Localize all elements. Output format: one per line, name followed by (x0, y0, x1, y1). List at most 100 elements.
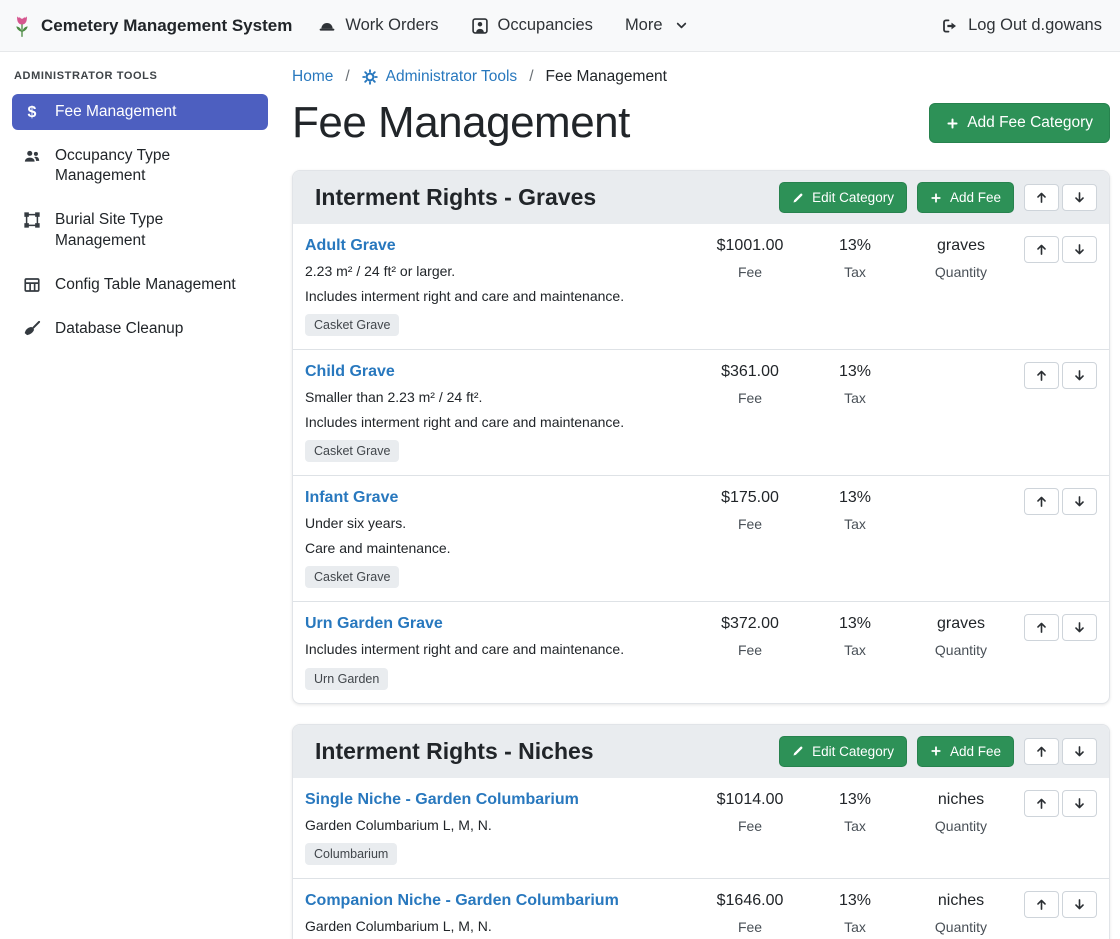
sidebar-item-label: Burial Site Type Management (55, 210, 258, 250)
tax-label: Tax (805, 919, 905, 935)
nav-occupancies[interactable]: Occupancies (471, 16, 593, 35)
fee-name-link[interactable]: Companion Niche - Garden Columbarium (305, 891, 619, 911)
arrow-up-icon (1035, 620, 1048, 635)
person-box-icon (471, 17, 489, 35)
app-brand[interactable]: Cemetery Management System (12, 13, 292, 39)
fee-name-link[interactable]: Child Grave (305, 362, 395, 382)
arrow-down-icon (1073, 897, 1086, 912)
move-fee-down-button[interactable] (1062, 236, 1097, 263)
move-fee-up-button[interactable] (1024, 488, 1059, 515)
table-icon (22, 276, 42, 294)
sidebar-item-burial-site-type-management[interactable]: Burial Site Type Management (12, 202, 268, 258)
move-category-up-button[interactable] (1024, 184, 1059, 211)
move-fee-down-button[interactable] (1062, 790, 1097, 817)
tax-value: 13% (805, 891, 905, 911)
sidebar-item-label: Config Table Management (55, 275, 236, 295)
move-fee-up-button[interactable] (1024, 236, 1059, 263)
category-title: Interment Rights - Niches (315, 738, 594, 765)
gear-icon (362, 69, 378, 85)
move-fee-down-button[interactable] (1062, 614, 1097, 641)
category-header: Interment Rights - Niches Edit Category … (293, 725, 1109, 778)
fee-amount: $361.00 (695, 362, 805, 382)
fee-amount: $1014.00 (695, 790, 805, 810)
admin-sidebar: ADMINISTRATOR TOOLS $ Fee Management Occ… (0, 52, 280, 939)
arrow-down-icon (1073, 744, 1086, 759)
move-category-down-button[interactable] (1062, 184, 1097, 211)
fee-amount: $175.00 (695, 488, 805, 508)
move-category-up-button[interactable] (1024, 738, 1059, 765)
fee-description: Includes interment right and care and ma… (305, 414, 695, 432)
arrow-down-icon (1073, 190, 1086, 205)
top-navbar: Cemetery Management System Work Orders O… (0, 0, 1120, 52)
fee-row: Urn Garden Grave Includes interment righ… (293, 601, 1109, 703)
arrow-up-icon (1035, 190, 1048, 205)
edit-category-button[interactable]: Edit Category (779, 182, 907, 213)
move-fee-up-button[interactable] (1024, 790, 1059, 817)
move-fee-up-button[interactable] (1024, 614, 1059, 641)
breadcrumb-home-link[interactable]: Home (292, 68, 333, 86)
add-fee-category-button[interactable]: Add Fee Category (929, 103, 1110, 143)
add-fee-button[interactable]: Add Fee (917, 736, 1014, 767)
sidebar-item-database-cleanup[interactable]: Database Cleanup (12, 311, 268, 347)
fee-name-link[interactable]: Single Niche - Garden Columbarium (305, 790, 579, 810)
fee-label: Fee (695, 264, 805, 280)
fee-description: Care and maintenance. (305, 540, 695, 558)
move-fee-down-button[interactable] (1062, 488, 1097, 515)
plus-icon (930, 745, 942, 757)
nav-work-orders[interactable]: Work Orders (318, 16, 438, 35)
arrow-up-icon (1035, 897, 1048, 912)
fee-label: Fee (695, 818, 805, 834)
move-fee-down-button[interactable] (1062, 891, 1097, 918)
fee-amount: $372.00 (695, 614, 805, 634)
pencil-icon (792, 192, 804, 204)
move-fee-up-button[interactable] (1024, 362, 1059, 389)
logout-link[interactable]: Log Out d.gowans (941, 16, 1102, 35)
fee-description: Under six years. (305, 515, 695, 533)
fee-name-link[interactable]: Infant Grave (305, 488, 398, 508)
move-fee-down-button[interactable] (1062, 362, 1097, 389)
move-category-down-button[interactable] (1062, 738, 1097, 765)
quantity-value: niches (905, 891, 1017, 911)
edit-category-button[interactable]: Edit Category (779, 736, 907, 767)
quantity-label: Quantity (905, 642, 1017, 658)
hardhat-icon (318, 17, 336, 35)
breadcrumb-separator: / (345, 68, 349, 86)
sidebar-heading: ADMINISTRATOR TOOLS (14, 70, 266, 82)
fee-label: Fee (695, 642, 805, 658)
add-fee-button[interactable]: Add Fee (917, 182, 1014, 213)
nav-more-label: More (625, 16, 663, 35)
vector-square-icon (22, 211, 42, 229)
fee-type-badge: Casket Grave (305, 566, 399, 588)
fee-row: Infant Grave Under six years. Care and m… (293, 475, 1109, 601)
dollar-icon: $ (22, 103, 42, 122)
tax-label: Tax (805, 642, 905, 658)
fee-row: Child Grave Smaller than 2.23 m² / 24 ft… (293, 349, 1109, 475)
breadcrumb-admin-tools-link[interactable]: Administrator Tools (362, 68, 518, 86)
breadcrumb-separator: / (529, 68, 533, 86)
logout-icon (941, 17, 959, 35)
nav-more[interactable]: More (625, 16, 688, 35)
fee-name-link[interactable]: Urn Garden Grave (305, 614, 443, 634)
plus-icon (946, 116, 959, 131)
category-title: Interment Rights - Graves (315, 184, 596, 211)
arrow-down-icon (1073, 368, 1086, 383)
tax-value: 13% (805, 488, 905, 508)
fee-name-link[interactable]: Adult Grave (305, 236, 396, 256)
arrow-up-icon (1035, 242, 1048, 257)
arrow-up-icon (1035, 368, 1048, 383)
fee-label: Fee (695, 516, 805, 532)
sidebar-item-config-table-management[interactable]: Config Table Management (12, 267, 268, 303)
fee-type-badge: Columbarium (305, 843, 397, 865)
quantity-value: graves (905, 236, 1017, 256)
sidebar-item-label: Occupancy Type Management (55, 146, 258, 186)
fee-description: Includes interment right and care and ma… (305, 641, 695, 659)
tax-label: Tax (805, 516, 905, 532)
sidebar-item-occupancy-type-management[interactable]: Occupancy Type Management (12, 138, 268, 194)
fee-amount: $1001.00 (695, 236, 805, 256)
arrow-down-icon (1073, 796, 1086, 811)
sidebar-item-fee-management[interactable]: $ Fee Management (12, 94, 268, 130)
move-fee-up-button[interactable] (1024, 891, 1059, 918)
users-icon (22, 147, 42, 165)
tax-value: 13% (805, 236, 905, 256)
fee-description: 2.23 m² / 24 ft² or larger. (305, 263, 695, 281)
